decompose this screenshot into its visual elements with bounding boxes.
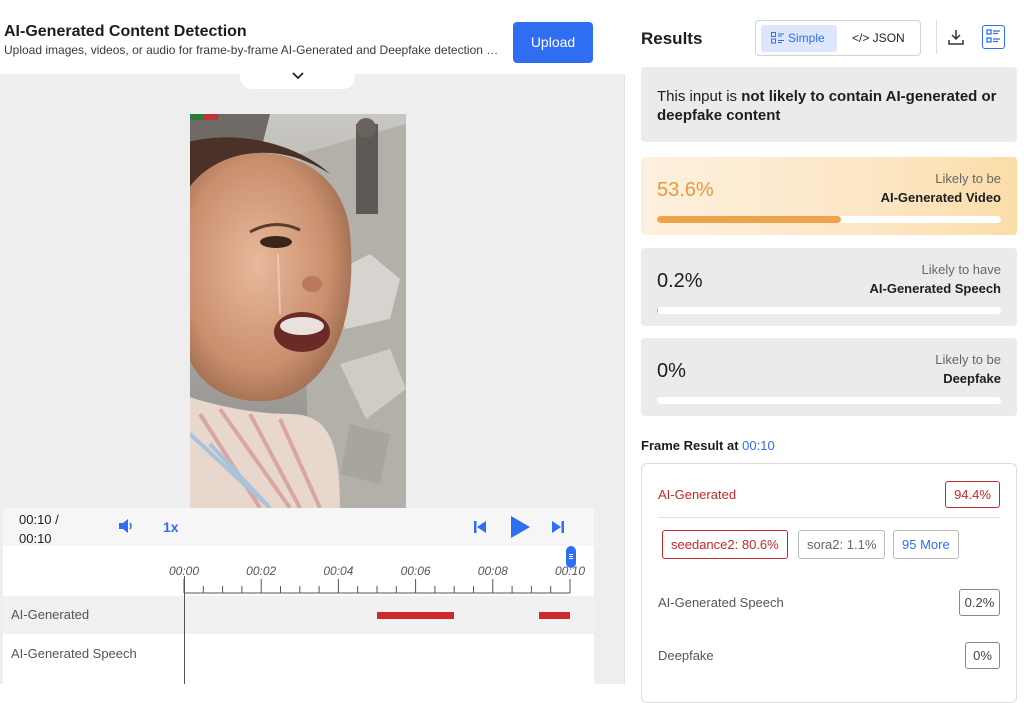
- timeline-scrub-handle[interactable]: [566, 546, 576, 568]
- page-subtitle: Upload images, videos, or audio for fram…: [4, 43, 502, 57]
- download-icon[interactable]: [948, 29, 964, 45]
- details-view-button[interactable]: [982, 25, 1005, 49]
- summary-prefix: This input is: [657, 88, 742, 105]
- score-percent: 0%: [657, 360, 686, 382]
- track-label: AI-Generated Speech: [11, 646, 137, 661]
- toolbar-divider: [936, 20, 937, 54]
- track-label: AI-Generated: [11, 607, 90, 622]
- playback-speed-button[interactable]: 1x: [163, 519, 179, 535]
- page-title: AI-Generated Content Detection: [4, 23, 247, 40]
- frame-ai-generated-label: AI-Generated: [658, 487, 737, 502]
- video-preview[interactable]: [190, 114, 406, 508]
- score-category: Deepfake: [943, 371, 1001, 386]
- view-toggle: Simple </> JSON: [755, 20, 921, 56]
- score-bar-fill: [657, 307, 658, 314]
- score-caption: Likely to have: [921, 262, 1002, 277]
- score-bar: [657, 397, 1001, 404]
- frame-result-box: AI-Generated 94.4% seedance2: 80.6% sora…: [641, 463, 1017, 703]
- score-percent: 0.2%: [657, 270, 703, 292]
- results-title: Results: [641, 29, 703, 48]
- score-caption: Likely to be: [935, 352, 1001, 367]
- score-card-ai-video: 53.6% Likely to be AI-Generated Video: [641, 157, 1017, 235]
- model-chip-seedance2[interactable]: seedance2: 80.6%: [662, 530, 788, 559]
- score-percent: 53.6%: [657, 179, 714, 201]
- ruler-tick-label: 00:06: [400, 564, 431, 578]
- details-list-icon: [986, 29, 1000, 43]
- more-models-button[interactable]: 95 More: [893, 530, 959, 559]
- detection-segment[interactable]: [377, 612, 455, 619]
- result-summary: This input is not likely to contain AI-g…: [641, 67, 1017, 142]
- skip-forward-icon[interactable]: [551, 520, 565, 534]
- frame-result-time: 00:10: [742, 438, 775, 453]
- frame-speech-label: AI-Generated Speech: [658, 595, 784, 610]
- score-category: AI-Generated Video: [880, 190, 1001, 205]
- time-readout: 00:10 / 00:10: [19, 510, 59, 548]
- ruler-tick-label: 00:08: [477, 564, 508, 578]
- timeline-playhead[interactable]: [184, 576, 185, 684]
- detection-timeline[interactable]: 00:00 00:02 00:04 00:06 00:08 00:10 AI-Genera…: [3, 546, 594, 684]
- score-bar: [657, 216, 1001, 223]
- ruler-tick-label: 00:02: [246, 564, 277, 578]
- media-panel: AI-Generated Content Detection Upload im…: [0, 0, 625, 684]
- frame-deepfake-score: 0%: [965, 642, 1000, 669]
- detection-segment[interactable]: [539, 612, 570, 619]
- view-simple-button[interactable]: Simple: [761, 25, 837, 52]
- score-bar-fill: [657, 216, 842, 223]
- track-ai-generated-speech: AI-Generated Speech: [3, 635, 594, 673]
- list-view-icon: [771, 32, 784, 44]
- frame-result-title: Frame Result at 00:10: [641, 438, 775, 453]
- current-time: 00:10 /: [19, 512, 59, 527]
- model-chip-sora2[interactable]: sora2: 1.1%: [798, 530, 886, 559]
- score-card-ai-speech: 0.2% Likely to have AI-Generated Speech: [641, 248, 1017, 326]
- play-icon[interactable]: [509, 515, 531, 539]
- score-caption: Likely to be: [935, 171, 1001, 186]
- video-frame-image: [190, 114, 406, 508]
- volume-icon[interactable]: [118, 518, 136, 534]
- results-panel: Results Simple </> JSON This input is no…: [626, 0, 1024, 703]
- score-category: AI-Generated Speech: [869, 281, 1002, 296]
- skip-back-icon[interactable]: [473, 520, 487, 534]
- view-json-button[interactable]: </> JSON: [852, 25, 905, 52]
- track-ai-generated: AI-Generated: [3, 596, 594, 634]
- upload-button[interactable]: Upload: [513, 22, 593, 63]
- ruler-tick-label: 00:04: [323, 564, 354, 578]
- collapse-header-button[interactable]: [240, 66, 355, 89]
- view-simple-label: Simple: [788, 31, 825, 45]
- player-controls: 00:10 / 00:10 1x: [3, 508, 594, 546]
- frame-result-label: Frame Result at: [641, 438, 743, 453]
- frame-ai-generated-score: 94.4%: [945, 481, 1000, 508]
- frame-deepfake-label: Deepfake: [658, 648, 714, 663]
- chevron-down-icon: [291, 72, 304, 80]
- frame-speech-score: 0.2%: [959, 589, 1000, 616]
- page-header: AI-Generated Content Detection Upload im…: [0, 0, 625, 74]
- score-card-deepfake: 0% Likely to be Deepfake: [641, 338, 1017, 416]
- timeline-ruler: 00:00 00:02 00:04 00:06 00:08 00:10: [3, 546, 594, 596]
- frame-divider: [658, 517, 1000, 518]
- score-bar: [657, 307, 1001, 314]
